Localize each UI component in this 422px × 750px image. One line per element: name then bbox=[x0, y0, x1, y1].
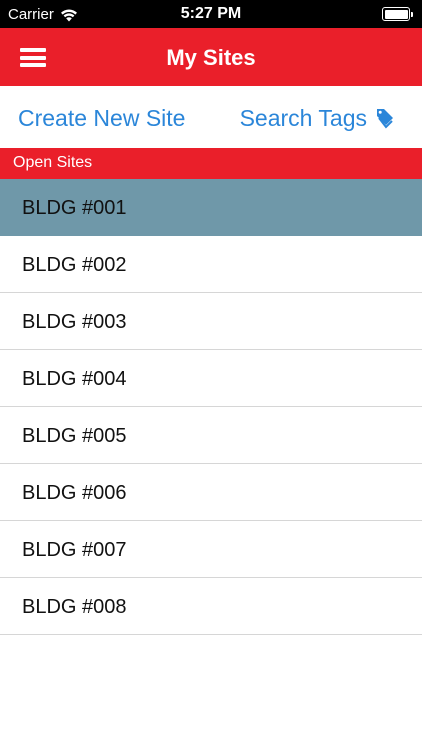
site-row[interactable]: BLDG #002 bbox=[0, 236, 422, 293]
site-row[interactable]: BLDG #006 bbox=[0, 464, 422, 521]
create-new-site-label: Create New Site bbox=[18, 105, 186, 131]
site-row-label: BLDG #008 bbox=[22, 596, 127, 618]
page-title: My Sites bbox=[166, 45, 256, 70]
search-tags-button[interactable]: Search Tags bbox=[240, 105, 395, 132]
battery-icon bbox=[382, 7, 413, 21]
site-row[interactable]: BLDG #008 bbox=[0, 578, 422, 635]
section-title: Open Sites bbox=[13, 154, 93, 171]
site-row-label: BLDG #001 bbox=[22, 197, 127, 219]
battery-cap bbox=[410, 11, 413, 17]
tag-icon bbox=[377, 108, 393, 129]
site-row[interactable]: BLDG #003 bbox=[0, 293, 422, 350]
search-tags-label: Search Tags bbox=[239, 105, 367, 131]
site-row-label: BLDG #003 bbox=[22, 311, 127, 333]
action-row: Create New Site Search Tags bbox=[0, 86, 422, 148]
site-row-label: BLDG #006 bbox=[22, 482, 127, 504]
site-row[interactable]: BLDG #004 bbox=[0, 350, 422, 407]
nav-bar: My Sites bbox=[0, 28, 422, 86]
site-row-label: BLDG #002 bbox=[22, 254, 127, 276]
status-time: 5:27 PM bbox=[180, 5, 242, 22]
create-new-site-button[interactable]: Create New Site bbox=[18, 105, 185, 132]
site-row-label: BLDG #007 bbox=[22, 539, 127, 561]
site-row-label: BLDG #004 bbox=[22, 368, 127, 390]
screen: Carrier 5:27 PM My Sites Create New Site… bbox=[0, 0, 422, 750]
site-row-label: BLDG #005 bbox=[22, 425, 127, 447]
site-list: BLDG #001 BLDG #002 BLDG #003 BLDG #004 … bbox=[0, 179, 422, 635]
battery-level bbox=[384, 9, 408, 19]
section-header-open-sites: Open Sites bbox=[0, 148, 422, 179]
site-row[interactable]: BLDG #001 bbox=[0, 179, 422, 236]
status-bar: Carrier 5:27 PM bbox=[0, 0, 422, 28]
site-row[interactable]: BLDG #005 bbox=[0, 407, 422, 464]
site-row[interactable]: BLDG #007 bbox=[0, 521, 422, 578]
